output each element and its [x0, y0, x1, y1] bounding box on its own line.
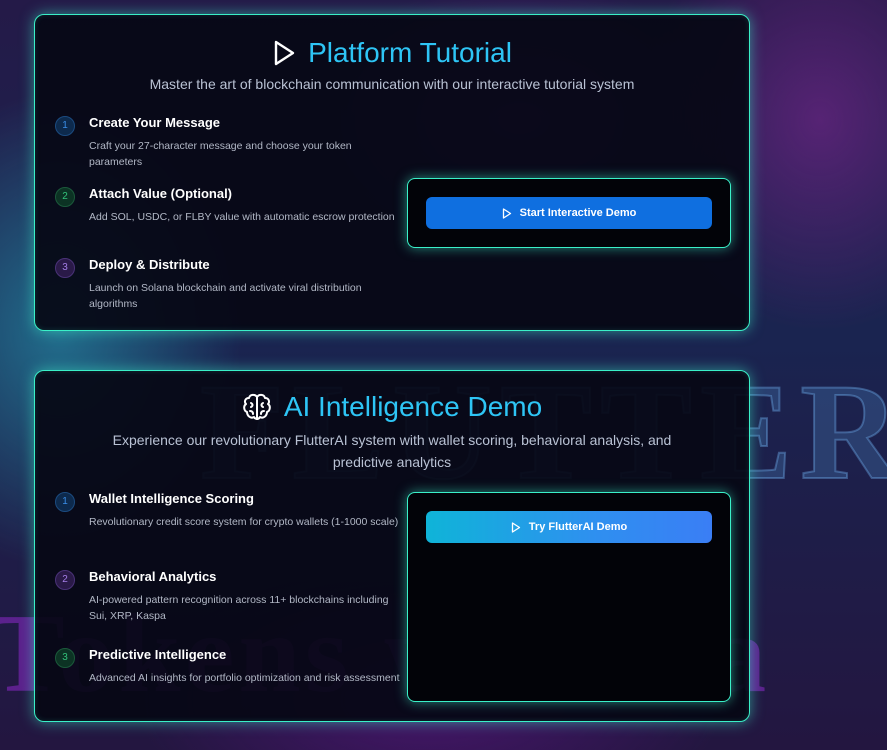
step-title: Behavioral Analytics: [89, 569, 217, 584]
step-number: 2: [55, 570, 75, 590]
step-number: 2: [55, 187, 75, 207]
ai-steps: 1 Wallet Intelligence Scoring Revolution…: [55, 489, 405, 723]
start-interactive-demo-button[interactable]: Start Interactive Demo: [426, 197, 712, 229]
try-flutterai-demo-button[interactable]: Try FlutterAI Demo: [426, 511, 712, 543]
tutorial-heading: Platform Tutorial: [35, 37, 749, 69]
play-icon: [272, 40, 296, 66]
tutorial-step: 1 Create Your Message Craft your 27-char…: [55, 114, 405, 184]
step-description: Advanced AI insights for portfolio optim…: [89, 672, 400, 684]
tutorial-steps: 1 Create Your Message Craft your 27-char…: [55, 113, 405, 326]
step-description: AI-powered pattern recognition across 11…: [89, 594, 389, 622]
step-title: Deploy & Distribute: [89, 257, 210, 272]
step-number: 3: [55, 648, 75, 668]
ai-intelligence-card: AI Intelligence Demo Experience our revo…: [34, 370, 750, 722]
play-icon: [502, 207, 512, 219]
platform-tutorial-card: Platform Tutorial Master the art of bloc…: [34, 14, 750, 331]
step-number: 1: [55, 492, 75, 512]
try-flutterai-demo-label: Try FlutterAI Demo: [528, 521, 628, 533]
ai-step: 1 Wallet Intelligence Scoring Revolution…: [55, 490, 405, 567]
ai-title: AI Intelligence Demo: [283, 391, 543, 422]
ai-demo-panel: Try FlutterAI Demo: [407, 492, 731, 702]
brain-icon: [242, 392, 272, 422]
step-title: Attach Value (Optional): [89, 186, 233, 201]
ai-heading: AI Intelligence Demo: [35, 391, 749, 423]
tutorial-step: 2 Attach Value (Optional) Add SOL, USDC,…: [55, 185, 405, 255]
ai-step: 2 Behavioral Analytics AI-powered patter…: [55, 568, 405, 645]
step-title: Wallet Intelligence Scoring: [89, 491, 254, 506]
step-description: Revolutionary credit score system for cr…: [89, 516, 399, 528]
tutorial-step: 3 Deploy & Distribute Launch on Solana b…: [55, 256, 405, 326]
ai-subtitle: Experience our revolutionary FlutterAI s…: [112, 432, 672, 470]
tutorial-demo-panel: Start Interactive Demo: [407, 178, 731, 248]
step-number: 1: [55, 116, 75, 136]
step-description: Launch on Solana blockchain and activate…: [89, 282, 362, 310]
step-description: Craft your 27-character message and choo…: [89, 140, 352, 168]
tutorial-title: Platform Tutorial: [308, 37, 512, 68]
step-title: Predictive Intelligence: [89, 647, 227, 662]
play-icon: [511, 521, 521, 533]
step-description: Add SOL, USDC, or FLBY value with automa…: [89, 211, 395, 223]
step-title: Create Your Message: [89, 115, 221, 130]
ai-step: 3 Predictive Intelligence Advanced AI in…: [55, 646, 405, 723]
start-interactive-demo-label: Start Interactive Demo: [519, 207, 637, 219]
tutorial-subtitle: Master the art of blockchain communicati…: [149, 76, 635, 92]
step-number: 3: [55, 258, 75, 278]
